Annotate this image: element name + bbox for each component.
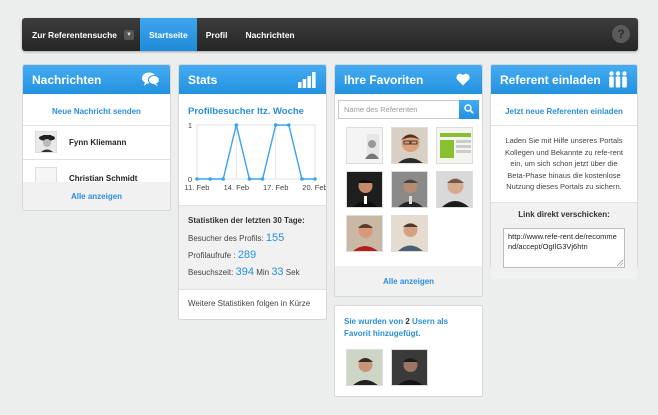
panel-title: Referent einladen bbox=[500, 72, 601, 87]
top-navbar: Zur Referentensuche ▼ Startseite Profil … bbox=[22, 18, 638, 51]
favorite-thumbnail[interactable] bbox=[391, 215, 428, 252]
heart-icon bbox=[453, 71, 473, 89]
time-min-value: 394 bbox=[235, 266, 254, 278]
plot-frame bbox=[196, 124, 316, 180]
messages-panel: Nachrichten Neue Nachricht senden Fynn K… bbox=[22, 64, 171, 211]
panel-title: Nachrichten bbox=[32, 72, 102, 87]
favorited-by-text: Sie wurden von 2 Usern als Favorit hinzu… bbox=[344, 317, 449, 338]
nav-nachrichten[interactable]: Nachrichten bbox=[236, 18, 303, 51]
data-point bbox=[260, 177, 265, 181]
referral-link-textarea[interactable]: http://www.refe-rent.de/recommend/accept… bbox=[503, 227, 625, 268]
referral-link-value: http://www.refe-rent.de/recommend/accept… bbox=[508, 231, 617, 251]
stats-panel: Stats Profilbesucher ltz. Woche 11. Feb 1… bbox=[178, 64, 327, 320]
people-icon bbox=[608, 71, 628, 89]
follower-thumbnail[interactable] bbox=[346, 349, 383, 386]
data-point bbox=[286, 123, 291, 127]
nav-startseite[interactable]: Startseite bbox=[140, 18, 197, 51]
data-point bbox=[273, 123, 278, 127]
help-icon[interactable]: ? bbox=[612, 25, 630, 43]
link-label: Link direkt verschicken: bbox=[518, 209, 610, 219]
data-point bbox=[247, 177, 252, 181]
favorites-panel: Ihre Favoriten Name des Referenten Alle … bbox=[334, 64, 483, 297]
dropdown-label: Zur Referentensuche bbox=[32, 29, 118, 40]
nav-profil[interactable]: Profil bbox=[197, 18, 237, 51]
sender-name: Fynn Kliemann bbox=[69, 137, 127, 147]
panel-title: Stats bbox=[188, 72, 218, 87]
x-tick-label: 20. Feb bbox=[302, 183, 326, 192]
data-point bbox=[234, 123, 239, 127]
message-item[interactable]: Fynn Kliemann bbox=[23, 128, 170, 156]
favorites-header: Ihre Favoriten bbox=[335, 65, 482, 94]
favorite-thumbnail[interactable] bbox=[391, 171, 428, 208]
visitors-value: 155 bbox=[265, 232, 285, 244]
favorite-thumbnail[interactable] bbox=[346, 215, 383, 252]
nav-label: Nachrichten bbox=[245, 29, 295, 40]
bar-chart-icon bbox=[297, 71, 317, 89]
favorites-search: Name des Referenten bbox=[338, 100, 479, 119]
data-point bbox=[221, 177, 226, 181]
favorite-thumbnail[interactable] bbox=[346, 127, 383, 164]
data-point bbox=[208, 177, 212, 181]
time-sec-value: 33 bbox=[271, 266, 284, 278]
favorite-thumbnail[interactable] bbox=[436, 171, 473, 208]
search-icon bbox=[464, 103, 474, 116]
referral-header: Referent einladen bbox=[491, 65, 637, 94]
stats-footer: Weitere Statistiken folgen in Kürze bbox=[188, 299, 311, 308]
resize-handle-icon[interactable] bbox=[617, 259, 623, 266]
panel-title: Ihre Favoriten bbox=[344, 72, 424, 87]
x-tick-label: 17. Feb bbox=[263, 183, 288, 192]
favorite-search-input[interactable]: Name des Referenten bbox=[338, 100, 459, 119]
chevron-down-icon: ▼ bbox=[124, 29, 135, 40]
x-tick-label: 14. Feb bbox=[224, 183, 249, 192]
chart-title: Profilbesucher ltz. Woche bbox=[188, 106, 304, 117]
invite-referents-link[interactable]: Jetzt neue Referenten einladen bbox=[505, 107, 623, 116]
avatar bbox=[35, 131, 57, 153]
nav-label: Profil bbox=[205, 29, 228, 40]
data-point bbox=[195, 177, 199, 181]
referral-description: Laden Sie mit Hilfe unseres Portals Koll… bbox=[505, 136, 623, 191]
nav-label: Startseite bbox=[149, 29, 188, 40]
referral-panel: Referent einladen Jetzt neue Referenten … bbox=[490, 64, 638, 279]
favorited-by-panel: Sie wurden von 2 Usern als Favorit hinzu… bbox=[334, 305, 483, 397]
stats-header: Stats bbox=[179, 65, 326, 94]
stats-period-header: Statistiken der letzten 30 Tage: bbox=[188, 216, 305, 225]
calls-value: 289 bbox=[237, 249, 257, 261]
y-tick-label: 1 bbox=[188, 121, 192, 130]
show-all-favorites-link[interactable]: Alle anzeigen bbox=[383, 277, 434, 286]
favorite-thumbnail[interactable] bbox=[436, 127, 473, 164]
x-tick-label: 11. Feb bbox=[185, 183, 210, 192]
messages-header: Nachrichten bbox=[23, 65, 170, 94]
time-row: Besuchszeit: 394 Min 33 Sek bbox=[188, 266, 300, 278]
chat-bubbles-icon bbox=[141, 71, 161, 89]
data-point bbox=[300, 177, 304, 181]
search-button[interactable] bbox=[459, 100, 479, 119]
favorite-thumbnail[interactable] bbox=[346, 171, 383, 208]
referent-search-dropdown[interactable]: Zur Referentensuche ▼ bbox=[22, 18, 140, 51]
series-line bbox=[197, 124, 315, 180]
y-tick-label: 0 bbox=[188, 175, 192, 184]
favorite-thumbnail[interactable] bbox=[391, 127, 428, 164]
calls-row: Profilaufrufe : 289 bbox=[188, 249, 257, 261]
favorites-grid bbox=[335, 119, 482, 252]
new-message-link[interactable]: Neue Nachricht senden bbox=[52, 107, 141, 116]
visitors-line-chart: 11. Feb 14. Feb 17. Feb 20. Feb 0 1 bbox=[185, 121, 326, 192]
data-point bbox=[313, 177, 317, 181]
visitors-row: Besucher des Profils: 155 bbox=[188, 232, 285, 244]
show-all-messages-link[interactable]: Alle anzeigen bbox=[71, 192, 122, 201]
follower-thumbnail[interactable] bbox=[391, 349, 428, 386]
